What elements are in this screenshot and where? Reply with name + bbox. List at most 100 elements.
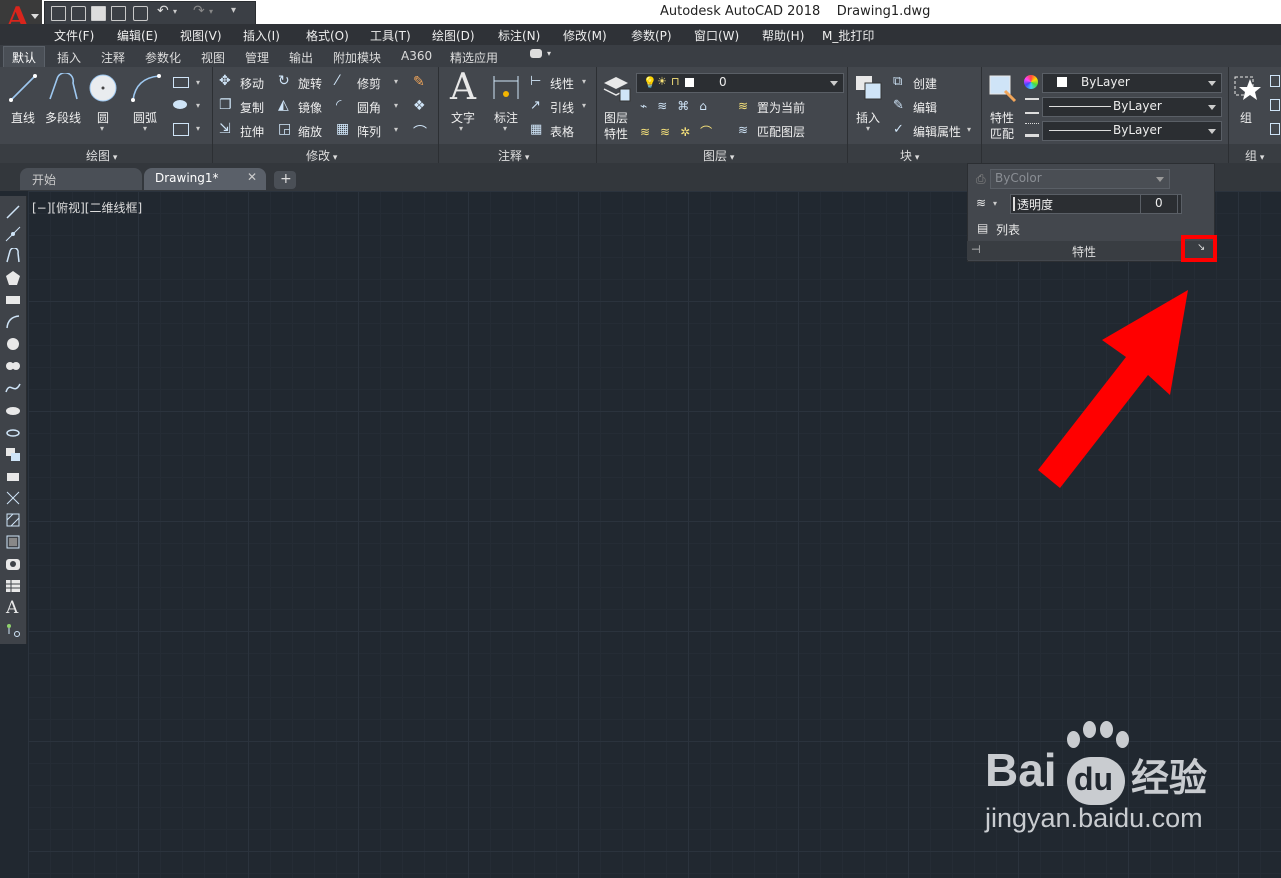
transparency-value-field[interactable]: 0	[1140, 194, 1178, 214]
circle-icon[interactable]	[88, 73, 118, 103]
panel-title-draw[interactable]: 绘图	[86, 147, 117, 164]
plot-style-dropdown[interactable]: ByColor	[990, 169, 1170, 189]
tab-default-label[interactable]: 默认	[12, 49, 36, 66]
table-button[interactable]: 表格	[550, 123, 574, 140]
layer-tools-row-2[interactable]: ≋≋✲⌒	[640, 123, 722, 140]
array-button[interactable]: 阵列	[357, 123, 381, 140]
leader-button[interactable]: 引线	[550, 99, 574, 116]
slider-handle[interactable]	[1013, 197, 1015, 211]
arc-icon[interactable]	[130, 73, 162, 103]
color-dropdown[interactable]: ByLayer	[1042, 73, 1222, 93]
menu-file[interactable]: 文件(F)	[54, 27, 94, 44]
tab-drawing1[interactable]: Drawing1* ✕	[144, 168, 266, 190]
tab-a360[interactable]: A360	[401, 49, 432, 63]
tab-annotate[interactable]: 注释	[101, 49, 125, 66]
arc-icon[interactable]	[5, 314, 21, 330]
tab-addins[interactable]: 附加模块	[333, 49, 381, 66]
open-file-icon[interactable]	[71, 6, 86, 21]
match-properties-label-1[interactable]: 特性	[990, 109, 1014, 126]
ellipse-icon[interactable]	[5, 402, 21, 418]
layer-properties-label-1[interactable]: 图层	[604, 109, 628, 126]
ungroup-icon[interactable]	[1270, 75, 1280, 87]
tab-manage[interactable]: 管理	[245, 49, 269, 66]
chevron-down-icon[interactable]: ▾	[196, 78, 200, 87]
new-file-icon[interactable]	[51, 6, 66, 21]
pin-icon[interactable]: ⊣	[971, 243, 981, 256]
move-button[interactable]: 移动	[240, 75, 264, 92]
menu-help[interactable]: 帮助(H)	[762, 27, 804, 44]
group-icon[interactable]	[1233, 73, 1263, 103]
set-current-layer-button[interactable]: 置为当前	[757, 99, 805, 116]
chevron-down-icon[interactable]: ▾	[100, 124, 104, 133]
table-icon[interactable]	[5, 578, 21, 594]
rectangle-icon[interactable]	[173, 77, 189, 88]
offset-icon[interactable]: ⌒	[413, 122, 427, 142]
explode-icon[interactable]: ❖	[413, 98, 426, 114]
chevron-down-icon[interactable]: ▾	[503, 124, 507, 133]
chevron-down-icon[interactable]: ▾	[196, 124, 200, 133]
spline-icon[interactable]	[5, 380, 21, 396]
hatch-icon[interactable]	[5, 512, 21, 528]
match-layer-button[interactable]: 匹配图层	[757, 123, 805, 140]
lineweight-dropdown[interactable]: ByLayer	[1042, 121, 1222, 141]
text-icon[interactable]: A	[450, 67, 476, 108]
tab-featured-apps[interactable]: 精选应用	[450, 49, 498, 66]
menu-format[interactable]: 格式(O)	[306, 27, 349, 44]
chevron-down-icon[interactable]: ▾	[143, 124, 147, 133]
tab-start[interactable]: 开始	[20, 168, 142, 190]
region-icon[interactable]	[5, 556, 21, 572]
rectangle-icon[interactable]	[5, 292, 21, 308]
panel-title-properties[interactable]: 特性	[1072, 243, 1096, 260]
fillet-button[interactable]: 圆角	[357, 99, 381, 116]
viewport-controls[interactable]: [−][俯视][二维线框]	[32, 199, 142, 216]
gradient-icon[interactable]	[5, 534, 21, 550]
scale-button[interactable]: 缩放	[298, 123, 322, 140]
boundary-icon[interactable]	[173, 123, 189, 136]
menu-batch-plot[interactable]: M_批打印	[822, 27, 874, 44]
menu-draw[interactable]: 绘图(D)	[432, 27, 475, 44]
layer-properties-icon[interactable]	[602, 73, 632, 103]
edit-block-button[interactable]: 编辑	[913, 99, 937, 116]
redo-dropdown-icon[interactable]: ▾	[209, 7, 213, 16]
line-icon[interactable]	[8, 73, 38, 103]
ribbon-display-icon[interactable]	[530, 49, 542, 58]
insert-block-icon[interactable]	[5, 446, 21, 462]
panel-title-layers[interactable]: 图层	[703, 147, 734, 164]
group-select-icon[interactable]	[1270, 123, 1280, 135]
linear-button[interactable]: 线性	[550, 75, 574, 92]
layer-dropdown[interactable]: 💡 ☀ ⊓ 0	[636, 73, 844, 93]
chevron-down-icon[interactable]: ▾	[394, 101, 398, 110]
redo-icon[interactable]: ↷	[193, 3, 205, 19]
polyline-icon[interactable]	[5, 248, 21, 264]
insert-block-icon[interactable]	[853, 73, 883, 103]
circle-icon[interactable]	[5, 336, 21, 352]
revision-cloud-icon[interactable]	[5, 358, 21, 374]
tab-output[interactable]: 输出	[289, 49, 313, 66]
panel-title-modify[interactable]: 修改	[306, 147, 337, 164]
polygon-icon[interactable]	[5, 270, 21, 286]
line-icon[interactable]	[5, 204, 21, 220]
menu-tools[interactable]: 工具(T)	[370, 27, 411, 44]
undo-icon[interactable]: ↶	[157, 3, 169, 19]
erase-icon[interactable]: ✎	[413, 74, 425, 90]
menu-parametric[interactable]: 参数(P)	[631, 27, 672, 44]
chevron-down-icon[interactable]: ▾	[196, 101, 200, 110]
tab-parametric[interactable]: 参数化	[145, 49, 181, 66]
multiline-text-icon[interactable]: A	[6, 598, 22, 618]
chevron-down-icon[interactable]: ▾	[394, 125, 398, 134]
menu-window[interactable]: 窗口(W)	[694, 27, 739, 44]
save-icon[interactable]	[91, 6, 106, 21]
add-selected-icon[interactable]	[5, 622, 21, 638]
print-icon[interactable]	[133, 6, 148, 21]
hatch-icon[interactable]	[173, 100, 187, 109]
layer-properties-label-2[interactable]: 特性	[604, 125, 628, 142]
construction-line-icon[interactable]	[5, 226, 21, 242]
panel-title-block[interactable]: 块	[900, 147, 919, 164]
polyline-button[interactable]: 多段线	[45, 109, 81, 126]
save-as-icon[interactable]	[111, 6, 126, 21]
close-icon[interactable]: ✕	[247, 170, 257, 184]
polyline-icon[interactable]	[47, 73, 81, 103]
line-button[interactable]: 直线	[11, 109, 35, 126]
chevron-down-icon[interactable]: ▾	[547, 49, 551, 58]
linetype-dropdown[interactable]: ByLayer	[1042, 97, 1222, 117]
